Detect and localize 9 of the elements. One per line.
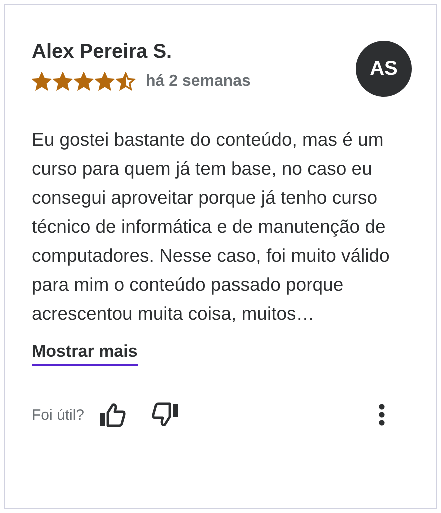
author-name: Alex Pereira S.: [32, 41, 174, 64]
show-more-link[interactable]: Mostrar mais: [32, 342, 138, 366]
thumbs-up-icon[interactable]: [98, 402, 127, 428]
more-options-icon[interactable]: [378, 403, 386, 427]
review-time: há 2 semanas: [146, 73, 251, 91]
thumbs-down-icon[interactable]: [150, 402, 179, 428]
avatar: AS: [356, 41, 412, 97]
review-text: Eu gostei bastante do conteúdo, mas é um curso para quem já tem base, no caso eu consegui aproveitar porque já tenho curso técnico de informática e de manutenção de computadores. Nesse caso, foi muito válido para mim o conteúdo passado porque acrescentou muita coisa, muitos…: [32, 128, 391, 326]
helpful-prompt: Foi útil?: [32, 406, 85, 424]
